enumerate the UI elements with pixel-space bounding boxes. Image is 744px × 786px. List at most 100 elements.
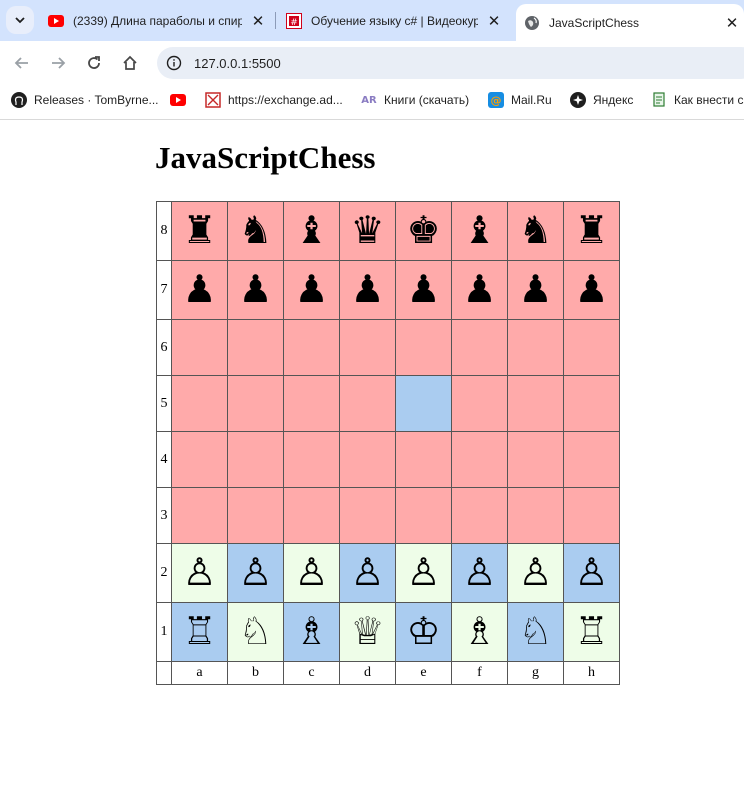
close-tab-icon[interactable]: ✕ [724, 14, 740, 32]
square-h2[interactable]: ♙ [563, 543, 620, 603]
square-h8[interactable]: ♜ [563, 201, 620, 261]
address-bar[interactable]: 127.0.0.1:5500 [157, 47, 744, 79]
bookmark-exchange[interactable]: https://exchange.ad... [205, 85, 343, 115]
home-button[interactable] [117, 50, 143, 76]
square-a1[interactable]: ♖ [171, 602, 228, 662]
square-b4[interactable] [227, 431, 284, 488]
bookmark-doc[interactable]: Как внести с [651, 85, 743, 115]
square-a5[interactable] [171, 375, 228, 432]
bookmark-books[interactable]: AR Книги (скачать) [361, 85, 469, 115]
square-e5[interactable] [395, 375, 452, 432]
square-c1[interactable]: ♗ [283, 602, 340, 662]
square-a6[interactable] [171, 319, 228, 376]
bookmark-label: Как внести с [674, 93, 744, 107]
square-b5[interactable] [227, 375, 284, 432]
tab-title: Обучение языку с# | Видеокур [311, 13, 478, 28]
rank-label: 8 [156, 201, 172, 261]
globe-icon [524, 15, 540, 31]
square-f6[interactable] [451, 319, 508, 376]
doc-icon [651, 92, 667, 108]
square-f5[interactable] [451, 375, 508, 432]
mailru-icon: @ [488, 92, 504, 108]
square-a3[interactable] [171, 487, 228, 544]
course-site-icon: # [286, 12, 302, 29]
square-b8[interactable]: ♞ [227, 201, 284, 261]
square-e1[interactable]: ♔ [395, 602, 452, 662]
square-b7[interactable]: ♟ [227, 260, 284, 320]
square-b1[interactable]: ♘ [227, 602, 284, 662]
square-h7[interactable]: ♟ [563, 260, 620, 320]
square-f2[interactable]: ♙ [451, 543, 508, 603]
square-d7[interactable]: ♟ [339, 260, 396, 320]
square-h1[interactable]: ♖ [563, 602, 620, 662]
square-c2[interactable]: ♙ [283, 543, 340, 603]
square-f4[interactable] [451, 431, 508, 488]
square-e7[interactable]: ♟ [395, 260, 452, 320]
bookmark-youtube[interactable] [170, 85, 193, 115]
tab-active-javascriptchess[interactable]: JavaScriptChess ✕ [516, 4, 744, 41]
square-e6[interactable] [395, 319, 452, 376]
square-f7[interactable]: ♟ [451, 260, 508, 320]
info-icon[interactable] [166, 55, 182, 71]
square-d5[interactable] [339, 375, 396, 432]
rank-label: 2 [156, 543, 172, 603]
square-c6[interactable] [283, 319, 340, 376]
square-h5[interactable] [563, 375, 620, 432]
close-tab-icon[interactable]: ✕ [250, 12, 266, 30]
square-g4[interactable] [507, 431, 564, 488]
rank-label: 3 [156, 487, 172, 544]
rank-label: 1 [156, 602, 172, 662]
square-a2[interactable]: ♙ [171, 543, 228, 603]
square-d1[interactable]: ♕ [339, 602, 396, 662]
square-f3[interactable] [451, 487, 508, 544]
square-e2[interactable]: ♙ [395, 543, 452, 603]
square-g5[interactable] [507, 375, 564, 432]
square-d4[interactable] [339, 431, 396, 488]
bookmark-yandex[interactable]: Яндекс [570, 85, 633, 115]
square-d2[interactable]: ♙ [339, 543, 396, 603]
tab-course[interactable]: # Обучение языку с# | Видеокур ✕ [284, 0, 508, 41]
square-b3[interactable] [227, 487, 284, 544]
square-g6[interactable] [507, 319, 564, 376]
tab-title: JavaScriptChess [549, 15, 640, 30]
square-a7[interactable]: ♟ [171, 260, 228, 320]
square-b6[interactable] [227, 319, 284, 376]
square-g8[interactable]: ♞ [507, 201, 564, 261]
square-f8[interactable]: ♝ [451, 201, 508, 261]
square-h6[interactable] [563, 319, 620, 376]
tab-youtube[interactable]: (2339) Длина параболы и спир ✕ [46, 0, 272, 41]
square-g1[interactable]: ♘ [507, 602, 564, 662]
file-labels-row: abcdefgh [156, 661, 620, 685]
svg-text:#: # [290, 18, 298, 28]
square-c8[interactable]: ♝ [283, 201, 340, 261]
square-c3[interactable] [283, 487, 340, 544]
square-a4[interactable] [171, 431, 228, 488]
square-f1[interactable]: ♗ [451, 602, 508, 662]
square-a8[interactable]: ♜ [171, 201, 228, 261]
square-d3[interactable] [339, 487, 396, 544]
square-h4[interactable] [563, 431, 620, 488]
square-b2[interactable]: ♙ [227, 543, 284, 603]
square-c4[interactable] [283, 431, 340, 488]
tab-strip: (2339) Длина параболы и спир ✕ # Обучени… [0, 0, 744, 41]
close-tab-icon[interactable]: ✕ [486, 12, 502, 30]
square-d6[interactable] [339, 319, 396, 376]
square-d8[interactable]: ♛ [339, 201, 396, 261]
bookmark-mailru[interactable]: @ Mail.Ru [488, 85, 552, 115]
reload-button[interactable] [81, 50, 107, 76]
square-g7[interactable]: ♟ [507, 260, 564, 320]
square-g2[interactable]: ♙ [507, 543, 564, 603]
square-e4[interactable] [395, 431, 452, 488]
file-label: a [171, 661, 228, 685]
back-button[interactable] [9, 50, 35, 76]
tab-search-button[interactable] [6, 6, 34, 34]
square-c7[interactable]: ♟ [283, 260, 340, 320]
file-label: c [283, 661, 340, 685]
square-e8[interactable]: ♚ [395, 201, 452, 261]
square-c5[interactable] [283, 375, 340, 432]
square-h3[interactable] [563, 487, 620, 544]
bookmark-releases[interactable]: Releases · TomByrne... [11, 85, 159, 115]
forward-button[interactable] [45, 50, 71, 76]
square-g3[interactable] [507, 487, 564, 544]
square-e3[interactable] [395, 487, 452, 544]
